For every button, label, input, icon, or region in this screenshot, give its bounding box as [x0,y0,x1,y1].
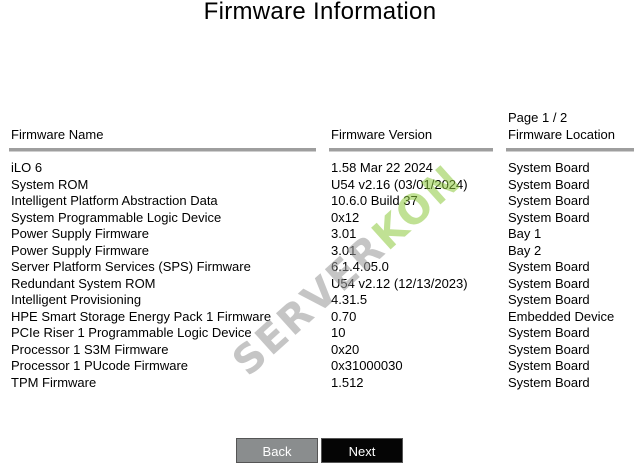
header-firmware-name: Firmware Name [11,127,104,142]
header-rule-name [9,148,316,152]
firmware-version-cell: 10.6.0 Build 37 [331,193,418,208]
firmware-version-cell: 1.512 [331,374,364,390]
firmware-name-cell: Power Supply Firmware [11,226,149,241]
firmware-version-cell: U54 v2.16 (03/01/2024) [331,176,468,192]
firmware-version-cell: 6.1.4.05.0 [331,259,389,274]
firmware-version-cell: 0x31000030 [331,358,403,373]
firmware-location-cell: System Board [508,209,590,225]
firmware-location-cell: Bay 2 [508,242,542,258]
firmware-location-cell: System Board [508,341,590,357]
firmware-version-cell: 3.01 [331,242,357,258]
firmware-version-cell: 3.01 [331,226,357,241]
firmware-location-cell: System Board [508,292,590,307]
firmware-location-cell: System Board [508,259,590,274]
header-firmware-location: Firmware Location [508,127,615,142]
firmware-location-cell: System Board [508,325,590,340]
firmware-location-cell: System Board [508,160,590,175]
firmware-version-cell: 0.70 [331,308,357,324]
firmware-name-cell: Server Platform Services (SPS) Firmware [11,259,251,274]
firmware-version-cell: 4.31.5 [331,292,368,307]
firmware-name-cell: System Programmable Logic Device [11,209,222,225]
firmware-location-cell: Bay 1 [508,226,542,241]
firmware-location-cell: System Board [508,193,590,208]
firmware-name-cell: iLO 6 [11,160,43,175]
firmware-name-cell: Power Supply Firmware [11,242,149,258]
header-rule-version [329,148,493,152]
firmware-version-cell: 0x12 [331,209,360,225]
header-firmware-version: Firmware Version [331,127,433,142]
firmware-version-cell: 0x20 [331,341,360,357]
firmware-name-cell: Intelligent Provisioning [11,292,142,307]
back-button[interactable]: Back [236,438,318,463]
page-indicator: Page 1 / 2 [508,110,568,125]
firmware-location-cell: System Board [508,176,590,192]
firmware-location-cell: Embedded Device [508,308,615,324]
firmware-name-cell: Processor 1 PUcode Firmware [11,358,188,373]
firmware-name-cell: PCIe Riser 1 Programmable Logic Device [11,325,252,340]
firmware-name-cell: Redundant System ROM [11,275,156,291]
firmware-name-cell: TPM Firmware [11,374,97,390]
firmware-name-cell: Processor 1 S3M Firmware [11,341,169,357]
firmware-location-cell: System Board [508,374,590,390]
firmware-version-cell: 10 [331,325,346,340]
firmware-version-cell: 1.58 Mar 22 2024 [331,160,433,175]
header-rule-location [506,148,634,152]
firmware-location-cell: System Board [508,275,590,291]
firmware-name-cell: HPE Smart Storage Energy Pack 1 Firmware [11,308,272,324]
firmware-name-cell: Intelligent Platform Abstraction Data [11,193,218,208]
next-button[interactable]: Next [321,438,403,463]
firmware-version-cell: U54 v2.12 (12/13/2023) [331,275,468,291]
page-title: Firmware Information [203,0,437,25]
firmware-location-cell: System Board [508,358,590,373]
firmware-name-cell: System ROM [11,176,89,192]
